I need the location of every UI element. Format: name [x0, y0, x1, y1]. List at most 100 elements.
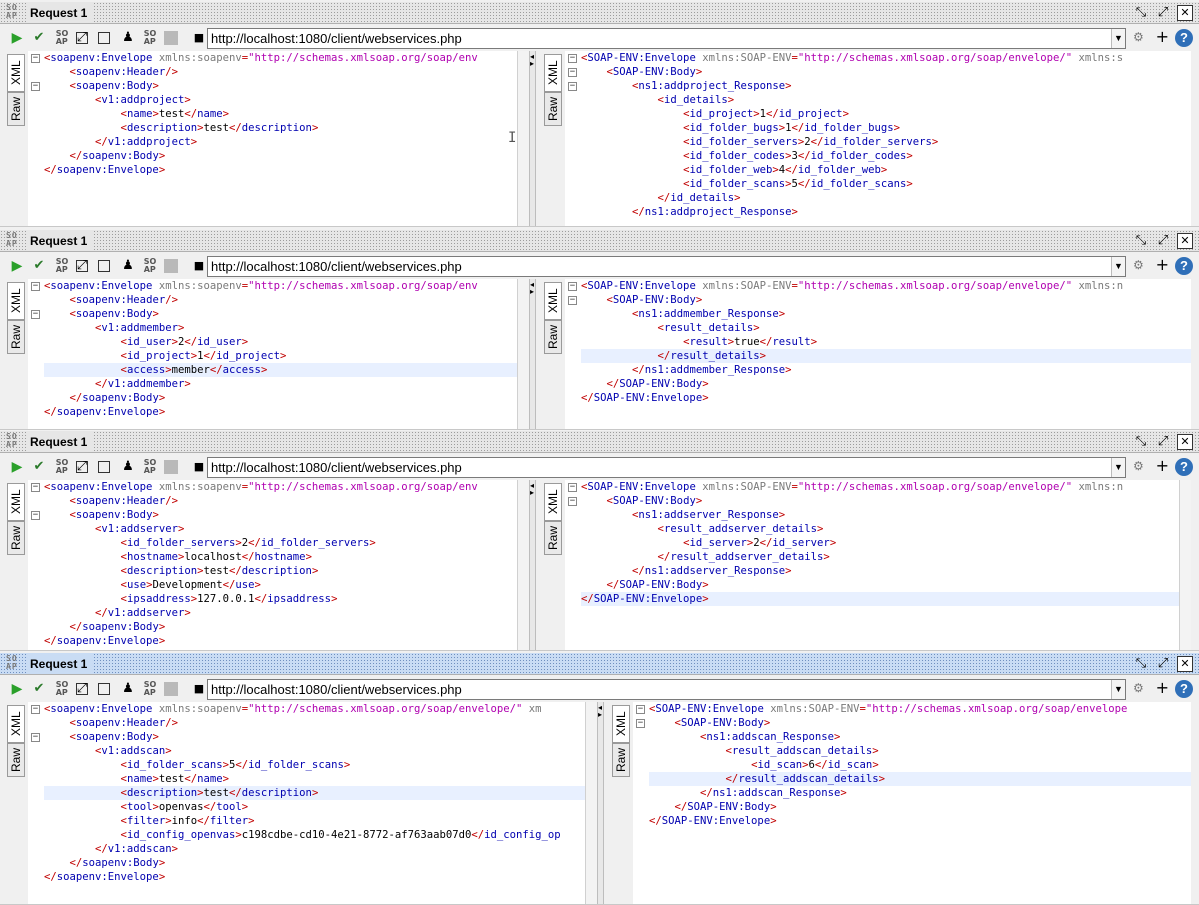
- stop-icon[interactable]: [98, 32, 110, 44]
- panel-titlebar[interactable]: SO AP Request 1 ⤡ ⤢ ✕: [0, 431, 1199, 453]
- wsa-icon[interactable]: SO AP: [142, 459, 158, 475]
- fit-icon[interactable]: ⤢: [76, 30, 88, 45]
- request-scrollbar[interactable]: [517, 51, 529, 226]
- tab-xml-request[interactable]: XML: [7, 483, 25, 521]
- minimize-icon[interactable]: ⤡: [1133, 233, 1149, 249]
- tab-xml-response[interactable]: XML: [544, 54, 562, 92]
- lock-icon[interactable]: ■: [191, 459, 207, 475]
- response-editor[interactable]: − − <SOAP-ENV:Envelope xmlns:SOAP-ENV="htt…: [565, 480, 1179, 650]
- split-divider[interactable]: ◂ ▸: [529, 279, 536, 429]
- help-icon[interactable]: ?: [1175, 458, 1193, 476]
- fold-toggle-icon[interactable]: −: [568, 68, 577, 77]
- tab-raw-request[interactable]: Raw: [7, 521, 25, 555]
- fold-toggle-icon[interactable]: −: [568, 82, 577, 91]
- maximize-icon[interactable]: ⤢: [1155, 656, 1171, 672]
- fold-toggle-icon[interactable]: −: [31, 705, 40, 714]
- validate-icon[interactable]: ✔: [31, 258, 47, 274]
- panel-titlebar[interactable]: SO AP Request 1 ⤡ ⤢ ✕: [0, 2, 1199, 24]
- request-scrollbar[interactable]: [517, 480, 529, 650]
- close-icon[interactable]: ✕: [1177, 656, 1193, 672]
- tab-xml-response[interactable]: XML: [612, 705, 630, 743]
- panel-titlebar[interactable]: SO AP Request 1 ⤡ ⤢ ✕: [0, 230, 1199, 252]
- settings-icon[interactable]: ⚙: [1133, 30, 1147, 44]
- format-icon[interactable]: SO AP: [54, 459, 70, 475]
- help-icon[interactable]: ?: [1175, 680, 1193, 698]
- user-icon[interactable]: ♟: [120, 681, 136, 697]
- fold-toggle-icon[interactable]: −: [568, 497, 577, 506]
- minimize-icon[interactable]: ⤡: [1133, 434, 1149, 450]
- request-scrollbar[interactable]: [517, 279, 529, 429]
- fold-toggle-icon[interactable]: −: [31, 54, 40, 63]
- chevron-down-icon[interactable]: ▼: [1111, 458, 1125, 477]
- tab-raw-response[interactable]: Raw: [612, 743, 630, 777]
- tab-xml-request[interactable]: XML: [7, 282, 25, 320]
- fold-toggle-icon[interactable]: −: [31, 483, 40, 492]
- minimize-icon[interactable]: ⤡: [1133, 5, 1149, 21]
- tab-raw-response[interactable]: Raw: [544, 92, 562, 126]
- fold-toggle-icon[interactable]: −: [31, 282, 40, 291]
- run-icon[interactable]: ▶: [9, 30, 25, 46]
- fold-toggle-icon[interactable]: −: [636, 705, 645, 714]
- gray-icon[interactable]: [164, 460, 178, 474]
- tab-xml-request[interactable]: XML: [7, 54, 25, 92]
- fold-toggle-icon[interactable]: −: [568, 282, 577, 291]
- request-editor[interactable]: − − <soapenv:Envelope xmlns:soapenv="http:…: [28, 51, 517, 226]
- format-icon[interactable]: SO AP: [54, 258, 70, 274]
- maximize-icon[interactable]: ⤢: [1155, 233, 1171, 249]
- user-icon[interactable]: ♟: [120, 30, 136, 46]
- settings-icon[interactable]: ⚙: [1133, 258, 1147, 272]
- close-icon[interactable]: ✕: [1177, 5, 1193, 21]
- response-scrollbar[interactable]: [1179, 480, 1191, 650]
- fold-toggle-icon[interactable]: −: [31, 310, 40, 319]
- maximize-icon[interactable]: ⤢: [1155, 434, 1171, 450]
- panel-titlebar[interactable]: SO AP Request 1 ⤡ ⤢ ✕: [0, 653, 1199, 675]
- split-divider[interactable]: ◂ ▸: [529, 480, 536, 650]
- settings-icon[interactable]: ⚙: [1133, 459, 1147, 473]
- endpoint-url-field[interactable]: http://localhost:1080/client/webservices…: [207, 28, 1126, 49]
- fold-toggle-icon[interactable]: −: [568, 483, 577, 492]
- validate-icon[interactable]: ✔: [31, 459, 47, 475]
- plus-icon[interactable]: +: [1156, 256, 1169, 274]
- chevron-down-icon[interactable]: ▼: [1111, 257, 1125, 276]
- lock-icon[interactable]: ■: [191, 30, 207, 46]
- stop-icon[interactable]: [98, 461, 110, 473]
- tab-raw-response[interactable]: Raw: [544, 521, 562, 555]
- endpoint-url-field[interactable]: http://localhost:1080/client/webservices…: [207, 457, 1126, 478]
- user-icon[interactable]: ♟: [120, 459, 136, 475]
- validate-icon[interactable]: ✔: [31, 681, 47, 697]
- help-icon[interactable]: ?: [1175, 257, 1193, 275]
- chevron-down-icon[interactable]: ▼: [1111, 29, 1125, 48]
- split-divider[interactable]: ◂ ▸: [529, 51, 536, 226]
- minimize-icon[interactable]: ⤡: [1133, 656, 1149, 672]
- tab-xml-request[interactable]: XML: [7, 705, 25, 743]
- fold-toggle-icon[interactable]: −: [31, 82, 40, 91]
- run-icon[interactable]: ▶: [9, 459, 25, 475]
- tab-raw-request[interactable]: Raw: [7, 92, 25, 126]
- maximize-icon[interactable]: ⤢: [1155, 5, 1171, 21]
- response-editor[interactable]: − − <SOAP-ENV:Envelope xmlns:SOAP-ENV="htt…: [633, 702, 1191, 904]
- tab-raw-request[interactable]: Raw: [7, 743, 25, 777]
- close-icon[interactable]: ✕: [1177, 434, 1193, 450]
- gray-icon[interactable]: [164, 259, 178, 273]
- fold-toggle-icon[interactable]: −: [568, 296, 577, 305]
- tab-raw-request[interactable]: Raw: [7, 320, 25, 354]
- stop-icon[interactable]: [98, 683, 110, 695]
- settings-icon[interactable]: ⚙: [1133, 681, 1147, 695]
- format-icon[interactable]: SO AP: [54, 30, 70, 46]
- request-editor[interactable]: − − <soapenv:Envelope xmlns:soapenv="http:…: [28, 480, 517, 650]
- plus-icon[interactable]: +: [1156, 28, 1169, 46]
- collapse-right-icon[interactable]: ▸: [530, 288, 534, 296]
- user-icon[interactable]: ♟: [120, 258, 136, 274]
- collapse-right-icon[interactable]: ▸: [530, 489, 534, 497]
- collapse-right-icon[interactable]: ▸: [530, 60, 534, 68]
- endpoint-url-field[interactable]: http://localhost:1080/client/webservices…: [207, 256, 1126, 277]
- request-scrollbar[interactable]: [585, 702, 597, 904]
- run-icon[interactable]: ▶: [9, 681, 25, 697]
- tab-xml-response[interactable]: XML: [544, 483, 562, 521]
- format-icon[interactable]: SO AP: [54, 681, 70, 697]
- fold-toggle-icon[interactable]: −: [31, 511, 40, 520]
- gray-icon[interactable]: [164, 31, 178, 45]
- stop-icon[interactable]: [98, 260, 110, 272]
- fold-toggle-icon[interactable]: −: [568, 54, 577, 63]
- tab-xml-response[interactable]: XML: [544, 282, 562, 320]
